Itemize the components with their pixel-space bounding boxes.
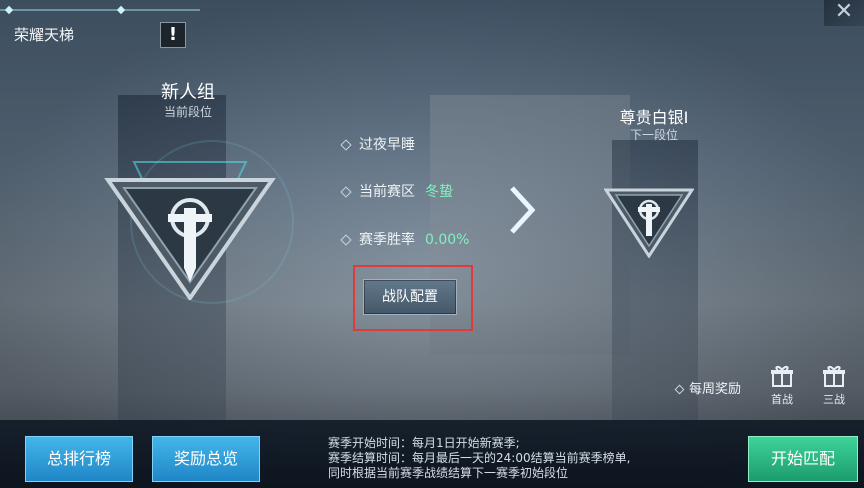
current-rank-badge-icon	[104, 161, 276, 300]
stat-label: 当前赛区	[359, 184, 415, 200]
page-title: 荣耀天梯	[14, 26, 75, 44]
weekly-reward-label: 每周奖励	[674, 378, 742, 397]
gift-icon	[823, 365, 845, 387]
current-rank-name: 新人组	[161, 82, 215, 103]
weekly-reward-text: 每周奖励	[689, 382, 742, 397]
season-info: 赛季开始时间：每月1日开始新赛季; 赛季结算时间：每月最后一天的24:00结算当…	[328, 436, 630, 481]
next-rank-name: 尊贵白银I	[619, 108, 689, 127]
bullet-icon	[340, 234, 352, 246]
next-rank-subtitle: 下一段位	[629, 128, 678, 142]
info-button[interactable]: !	[160, 22, 186, 48]
current-rank-subtitle: 当前段位	[163, 105, 212, 119]
squad-config-button[interactable]: 战队配置	[363, 279, 457, 315]
leaderboard-button[interactable]: 总排行榜	[25, 436, 133, 482]
season-info-line: 同时根据当前赛季战绩结算下一赛季初始段位	[328, 466, 569, 480]
winrate-value: 0.00%	[425, 232, 470, 248]
stat-row-winrate: 赛季胜率 0.00%	[340, 229, 470, 249]
reward-third-battle[interactable]: 三战	[816, 364, 852, 407]
reward-first-battle[interactable]: 首战	[764, 364, 800, 407]
header-decoration	[0, 5, 200, 14]
stat-row-zone: 当前赛区 冬蛰	[340, 181, 453, 201]
rewards-overview-button[interactable]: 奖励总览	[152, 436, 260, 482]
zone-value: 冬蛰	[425, 184, 453, 200]
gift-icon	[771, 365, 793, 387]
stat-row-1: 过夜早睡	[340, 134, 415, 154]
stat-label: 赛季胜率	[359, 232, 415, 248]
season-info-line: 赛季开始时间：每月1日开始新赛季;	[328, 436, 520, 450]
close-button[interactable]: ✕	[824, 0, 864, 26]
stat-label: 过夜早睡	[359, 137, 415, 153]
reward-first-battle-label: 首战	[771, 393, 793, 406]
bullet-icon	[340, 139, 352, 151]
start-match-button[interactable]: 开始匹配	[748, 436, 858, 482]
bullet-icon	[674, 384, 685, 395]
season-info-line: 赛季结算时间：每月最后一天的24:00结算当前赛季榜单,	[328, 451, 631, 465]
chevron-right-icon	[510, 186, 536, 234]
next-rank-badge-icon	[604, 188, 694, 258]
reward-third-battle-label: 三战	[823, 393, 845, 406]
bullet-icon	[340, 186, 352, 198]
